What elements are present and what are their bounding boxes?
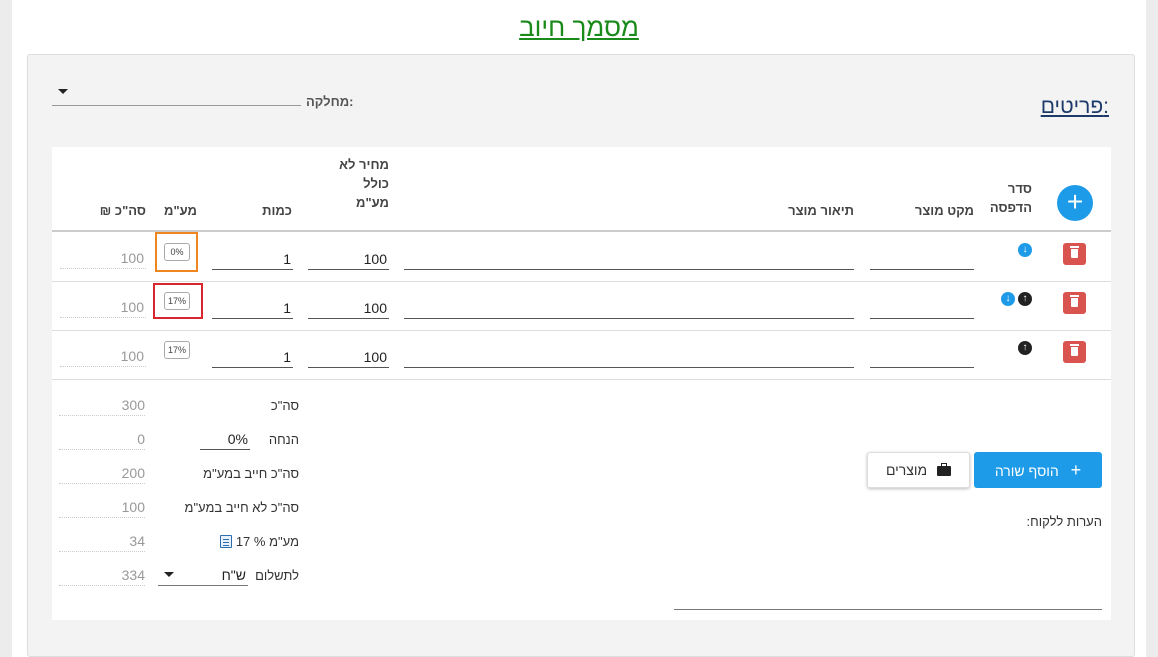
summary-pay-value: 334	[59, 564, 145, 586]
price-input[interactable]: 100	[308, 248, 389, 270]
summary-discount-value: 0	[59, 428, 145, 450]
department-label: מחלקה:	[306, 94, 354, 109]
briefcase-icon	[937, 463, 952, 476]
summary-vat-label: מע"מ % 17	[235, 534, 299, 549]
header-order-text: סדר הדפסה	[989, 181, 1032, 215]
edit-note-icon[interactable]	[220, 535, 233, 548]
header-quantity: כמות	[262, 203, 292, 218]
price-input[interactable]: 100	[308, 346, 389, 368]
trash-icon	[1070, 344, 1079, 356]
products-button[interactable]: מוצרים	[867, 452, 970, 488]
trash-icon	[1070, 246, 1079, 258]
summary-pay-label: לתשלום	[255, 568, 299, 583]
header-total: סה"כ ₪	[99, 203, 146, 218]
summary-discount-label: הנחה	[268, 432, 299, 447]
vat-rate-button[interactable]: 17%	[164, 292, 190, 310]
header-sku: מקט מוצר	[914, 203, 974, 218]
page: מסמך חיוב פריטים: מחלקה: + סדר הדפסה מקט…	[12, 0, 1146, 657]
move-up-icon[interactable]: ↑	[1018, 341, 1032, 355]
row-total: 100	[60, 247, 146, 269]
chevron-down-icon	[164, 572, 174, 577]
description-input[interactable]	[404, 346, 854, 368]
move-up-icon[interactable]: ↑	[1018, 292, 1032, 306]
vat-rate-button[interactable]: 0%	[164, 243, 190, 261]
description-input[interactable]	[404, 297, 854, 319]
price-input[interactable]: 100	[308, 297, 389, 319]
page-title: מסמך חיוב	[519, 12, 639, 42]
delete-row-button[interactable]	[1063, 292, 1086, 314]
quantity-input[interactable]: 1	[212, 248, 293, 270]
header-order: סדר הדפסה	[984, 179, 1032, 217]
sku-input[interactable]	[870, 346, 974, 368]
trash-icon	[1070, 295, 1079, 307]
delete-row-button[interactable]	[1063, 341, 1086, 363]
summary-vat-liable-value: 200	[59, 462, 145, 484]
description-input[interactable]	[404, 248, 854, 270]
add-row-button[interactable]: + הוסף שורה	[974, 452, 1102, 488]
plus-icon: +	[1070, 460, 1082, 480]
summary-vat-liable-label: סה"כ חייב במע"מ	[203, 466, 299, 481]
discount-input[interactable]: 0%	[200, 428, 250, 450]
items-table: + סדר הדפסה מקט מוצר תיאור מוצר מחיר לא …	[52, 147, 1111, 620]
vat-rate-button[interactable]: 17%	[164, 341, 190, 359]
currency-select[interactable]: ש"ח	[158, 564, 248, 586]
comments-input[interactable]	[674, 588, 1102, 610]
quantity-input[interactable]: 1	[212, 346, 293, 368]
add-row-plus-icon[interactable]: +	[1057, 185, 1093, 221]
table-row: ↓ ↑ 100 1 17% 100	[52, 281, 1111, 330]
items-title: פריטים:	[1040, 95, 1109, 118]
department-select[interactable]	[52, 85, 301, 106]
summary-vat-value: 34	[59, 530, 145, 552]
header-vat: מע"מ	[164, 203, 197, 218]
move-down-icon[interactable]: ↓	[1001, 292, 1015, 306]
chevron-down-icon	[58, 89, 68, 94]
header-price-text: מחיר לא כולל מע"מ	[339, 157, 389, 210]
sku-input[interactable]	[870, 297, 974, 319]
summary-total-label: סה"כ	[270, 398, 299, 413]
items-panel: פריטים: מחלקה: + סדר הדפסה מקט מוצר תיאו…	[27, 54, 1135, 657]
move-down-icon[interactable]: ↓	[1018, 243, 1032, 257]
delete-row-button[interactable]	[1063, 243, 1086, 265]
summary-total-value: 300	[59, 394, 145, 416]
add-row-label: הוסף שורה	[994, 463, 1059, 479]
summary-vat-exempt-label: סה"כ לא חייב במע"מ	[184, 500, 299, 515]
table-row: ↑ 100 1 17% 100	[52, 330, 1111, 379]
summary-vat-row: מע"מ % 17	[216, 534, 299, 549]
currency-value: ש"ח	[221, 567, 246, 583]
row-total: 100	[60, 345, 146, 367]
header-price: מחיר לא כולל מע"מ	[327, 155, 389, 212]
table-bottom-divider	[52, 379, 1111, 380]
summary-vat-exempt-value: 100	[59, 496, 145, 518]
comments-label: הערות ללקוח:	[1026, 514, 1102, 529]
quantity-input[interactable]: 1	[212, 297, 293, 319]
products-label: מוצרים	[885, 462, 928, 478]
sku-input[interactable]	[870, 248, 974, 270]
header-description: תיאור מוצר	[788, 203, 854, 218]
table-row: ↓ 100 1 0% 100	[52, 232, 1111, 281]
row-total: 100	[60, 296, 146, 318]
